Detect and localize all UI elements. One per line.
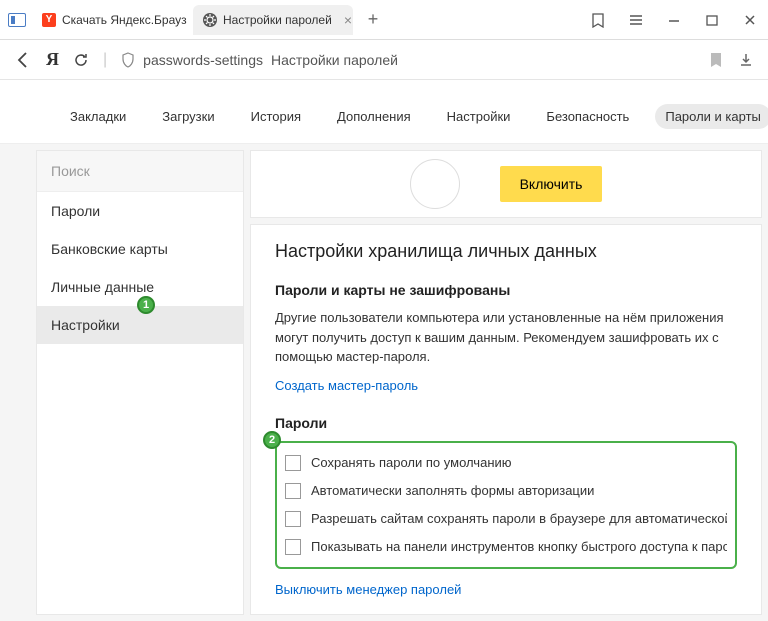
password-options-group: Сохранять пароли по умолчанию Автоматиче…	[275, 441, 737, 569]
encryption-section: Пароли и карты не зашифрованы Другие пол…	[275, 282, 737, 395]
bookmark-page-icon[interactable]	[710, 52, 722, 68]
check-row-save-default: Сохранять пароли по умолчанию	[285, 449, 727, 477]
nav-tab-history[interactable]: История	[241, 104, 311, 129]
tab-label: Настройки паролей	[223, 13, 332, 27]
checkbox-label: Сохранять пароли по умолчанию	[311, 455, 512, 470]
window-maximize-icon[interactable]	[702, 10, 722, 30]
main-panel: Включить Настройки хранилища личных данн…	[250, 150, 762, 615]
nav-tab-addons[interactable]: Дополнения	[327, 104, 421, 129]
url-host: passwords-settings	[143, 52, 263, 68]
avatar-placeholder-icon	[410, 159, 460, 209]
settings-nav-tabs: Закладки Загрузки История Дополнения Нас…	[0, 80, 768, 144]
sidebar-item-label: Настройки	[51, 317, 120, 333]
window-minimize-icon[interactable]	[664, 10, 684, 30]
url-display[interactable]: passwords-settings Настройки паролей	[121, 52, 696, 68]
menu-icon[interactable]	[626, 10, 646, 30]
checkbox-label: Показывать на панели инструментов кнопку…	[311, 539, 727, 554]
nav-tab-settings[interactable]: Настройки	[437, 104, 521, 129]
encryption-heading: Пароли и карты не зашифрованы	[275, 282, 737, 298]
sidebar-search-input[interactable]: Поиск	[37, 151, 243, 192]
tab-label: Скачать Яндекс.Браузер д	[62, 13, 187, 27]
sync-card: Включить	[250, 150, 762, 218]
sidebar-item-settings[interactable]: Настройки 1	[37, 306, 243, 344]
tab-password-settings[interactable]: Настройки паролей ×	[193, 5, 353, 35]
check-row-autofill: Автоматически заполнять формы авторизаци…	[285, 477, 727, 505]
url-title: Настройки паролей	[271, 52, 398, 68]
nav-tab-passwords[interactable]: Пароли и карты	[655, 104, 768, 129]
annotation-badge-1: 1	[137, 296, 155, 314]
new-tab-button[interactable]: +	[359, 6, 387, 34]
yandex-home-button[interactable]: Я	[46, 49, 59, 70]
disable-password-manager-link[interactable]: Выключить менеджер паролей	[275, 582, 461, 597]
checkbox-toolbar-button[interactable]	[285, 539, 301, 555]
enable-sync-button[interactable]: Включить	[500, 166, 603, 202]
encryption-text: Другие пользователи компьютера или устан…	[275, 308, 737, 367]
create-master-password-link[interactable]: Создать мастер-пароль	[275, 378, 418, 393]
reload-button[interactable]	[73, 52, 89, 68]
check-row-allow-sites: Разрешать сайтам сохранять пароли в брау…	[285, 505, 727, 533]
annotation-badge-2: 2	[263, 431, 281, 449]
settings-favicon-icon	[203, 13, 217, 27]
download-icon[interactable]	[738, 52, 754, 68]
checkbox-label: Разрешать сайтам сохранять пароли в брау…	[311, 511, 727, 526]
sidebar-item-passwords[interactable]: Пароли	[37, 192, 243, 230]
bookmarks-icon[interactable]	[588, 10, 608, 30]
tab-close-icon[interactable]: ×	[344, 12, 352, 28]
sidebar-toggle-icon[interactable]	[8, 13, 26, 27]
checkbox-label: Автоматически заполнять формы авторизаци…	[311, 483, 594, 498]
shield-icon	[121, 52, 135, 68]
address-bar: Я | passwords-settings Настройки паролей	[0, 40, 768, 80]
window-close-icon[interactable]	[740, 10, 760, 30]
nav-tab-bookmarks[interactable]: Закладки	[60, 104, 136, 129]
tab-yandex-download[interactable]: Y Скачать Яндекс.Браузер д	[32, 5, 187, 35]
passwords-section: Пароли 2 Сохранять пароли по умолчанию А…	[275, 415, 737, 599]
nav-tab-security[interactable]: Безопасность	[536, 104, 639, 129]
check-row-toolbar-button: Показывать на панели инструментов кнопку…	[285, 533, 727, 561]
settings-sidebar: Поиск Пароли Банковские карты Личные дан…	[36, 150, 244, 615]
back-button[interactable]	[14, 51, 32, 69]
yandex-favicon-icon: Y	[42, 13, 56, 27]
window-titlebar: Y Скачать Яндекс.Браузер д Настройки пар…	[0, 0, 768, 40]
sidebar-item-cards[interactable]: Банковские карты	[37, 230, 243, 268]
checkbox-save-default[interactable]	[285, 455, 301, 471]
storage-settings-card: Настройки хранилища личных данных Пароли…	[250, 224, 762, 615]
nav-tab-downloads[interactable]: Загрузки	[152, 104, 224, 129]
page-title: Настройки хранилища личных данных	[275, 241, 737, 262]
checkbox-autofill[interactable]	[285, 483, 301, 499]
checkbox-allow-sites[interactable]	[285, 511, 301, 527]
passwords-heading: Пароли	[275, 415, 737, 431]
